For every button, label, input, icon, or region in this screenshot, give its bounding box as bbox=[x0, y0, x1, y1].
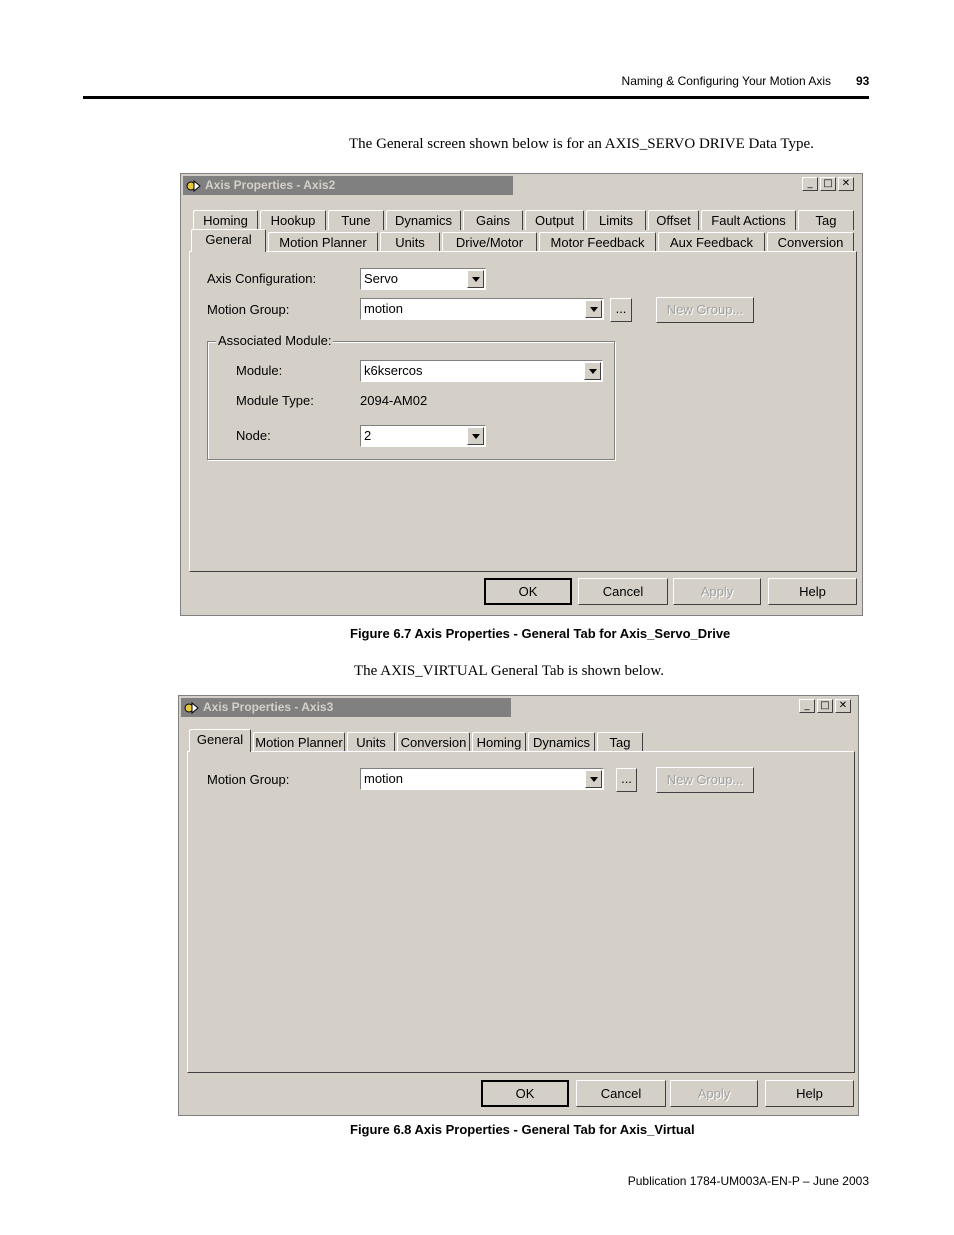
tab-output[interactable]: Output bbox=[525, 210, 584, 230]
module-select[interactable]: k6ksercos bbox=[360, 360, 603, 382]
axis-icon bbox=[186, 179, 201, 193]
cancel-button[interactable]: Cancel bbox=[578, 578, 668, 605]
title-bar: Axis Properties - Axis3 bbox=[181, 698, 511, 717]
maximize-button[interactable]: □ bbox=[817, 699, 833, 713]
help-button[interactable]: Help bbox=[768, 578, 857, 605]
tab-general[interactable]: General bbox=[189, 729, 251, 752]
header-rule bbox=[83, 96, 869, 99]
module-value: k6ksercos bbox=[364, 363, 423, 378]
tab-homing[interactable]: Homing bbox=[193, 210, 258, 230]
tab-homing[interactable]: Homing bbox=[472, 732, 526, 752]
tab-motor-feedback[interactable]: Motor Feedback bbox=[539, 232, 656, 252]
title-bar: Axis Properties - Axis2 bbox=[183, 176, 513, 195]
tab-units[interactable]: Units bbox=[380, 232, 440, 252]
tab-tag[interactable]: Tag bbox=[597, 732, 643, 752]
chevron-down-icon[interactable] bbox=[585, 300, 602, 318]
associated-module-title: Associated Module: bbox=[216, 333, 334, 348]
tab-offset[interactable]: Offset bbox=[648, 210, 699, 230]
axis-configuration-label: Axis Configuration: bbox=[207, 271, 317, 286]
module-type-value: 2094-AM02 bbox=[360, 393, 428, 408]
ok-button[interactable]: OK bbox=[481, 1080, 569, 1107]
publication-footer: Publication 1784-UM003A-EN-P – June 2003 bbox=[627, 1174, 869, 1188]
general-tab-panel: Axis Configuration: Servo Motion Group: … bbox=[189, 251, 857, 572]
tab-general[interactable]: General bbox=[191, 229, 266, 252]
tab-aux-feedback[interactable]: Aux Feedback bbox=[658, 232, 765, 252]
tab-conversion[interactable]: Conversion bbox=[397, 732, 470, 752]
cancel-button[interactable]: Cancel bbox=[576, 1080, 666, 1107]
figure-caption-6-8: Figure 6.8 Axis Properties - General Tab… bbox=[350, 1122, 695, 1137]
axis-icon bbox=[184, 701, 199, 715]
node-label: Node: bbox=[236, 428, 271, 443]
chevron-down-icon[interactable] bbox=[467, 270, 484, 288]
chevron-down-icon[interactable] bbox=[585, 770, 602, 788]
close-button[interactable]: ✕ bbox=[835, 699, 851, 713]
minimize-button[interactable]: _ bbox=[799, 699, 815, 713]
chevron-down-icon[interactable] bbox=[467, 427, 484, 445]
page-number: 93 bbox=[856, 74, 870, 88]
tab-dynamics[interactable]: Dynamics bbox=[528, 732, 595, 752]
browse-motion-group-button[interactable]: ... bbox=[616, 768, 637, 792]
intro-text-1: The General screen shown below is for an… bbox=[349, 136, 814, 152]
motion-group-value: motion bbox=[364, 301, 404, 316]
general-tab-panel: Motion Group: motion ... New Group... bbox=[187, 751, 855, 1073]
tab-motion-planner[interactable]: Motion Planner bbox=[253, 732, 345, 752]
new-group-button[interactable]: New Group... bbox=[656, 767, 754, 793]
new-group-button[interactable]: New Group... bbox=[656, 297, 754, 323]
dialog-title: Axis Properties - Axis2 bbox=[205, 178, 336, 192]
tab-hookup[interactable]: Hookup bbox=[260, 210, 326, 230]
associated-module-group: Associated Module: Module: k6ksercos Mod… bbox=[207, 333, 615, 460]
tab-dynamics[interactable]: Dynamics bbox=[386, 210, 461, 230]
axis-properties-dialog-axis2: Axis Properties - Axis2 _ □ ✕ Homing Hoo… bbox=[180, 173, 863, 616]
window-controls: _ □ ✕ bbox=[802, 177, 854, 191]
tab-tag[interactable]: Tag bbox=[798, 210, 854, 230]
node-value: 2 bbox=[364, 428, 372, 443]
browse-motion-group-button[interactable]: ... bbox=[610, 298, 632, 322]
apply-button[interactable]: Apply bbox=[673, 578, 761, 605]
intro-text-2: The AXIS_VIRTUAL General Tab is shown be… bbox=[354, 663, 664, 679]
close-button[interactable]: ✕ bbox=[838, 177, 854, 191]
axis-configuration-select[interactable]: Servo bbox=[360, 268, 486, 290]
tab-drive-motor[interactable]: Drive/Motor bbox=[442, 232, 537, 252]
running-header: Naming & Configuring Your Motion Axis bbox=[621, 74, 831, 88]
figure-caption-6-7: Figure 6.7 Axis Properties - General Tab… bbox=[350, 626, 731, 641]
module-label: Module: bbox=[236, 363, 283, 378]
motion-group-select[interactable]: motion bbox=[360, 768, 604, 790]
tab-gains[interactable]: Gains bbox=[463, 210, 523, 230]
tab-units[interactable]: Units bbox=[347, 732, 395, 752]
tab-motion-planner[interactable]: Motion Planner bbox=[268, 232, 378, 252]
tab-fault-actions[interactable]: Fault Actions bbox=[701, 210, 796, 230]
maximize-button[interactable]: □ bbox=[820, 177, 836, 191]
motion-group-label: Motion Group: bbox=[207, 772, 290, 787]
apply-button[interactable]: Apply bbox=[670, 1080, 758, 1107]
motion-group-select[interactable]: motion bbox=[360, 298, 604, 320]
ok-button[interactable]: OK bbox=[484, 578, 572, 605]
axis-properties-dialog-axis3: Axis Properties - Axis3 _ □ ✕ General Mo… bbox=[178, 695, 859, 1116]
tab-tune[interactable]: Tune bbox=[328, 210, 384, 230]
motion-group-value: motion bbox=[364, 771, 404, 786]
dialog-title: Axis Properties - Axis3 bbox=[203, 700, 334, 714]
help-button[interactable]: Help bbox=[765, 1080, 854, 1107]
axis-configuration-value: Servo bbox=[364, 271, 398, 286]
minimize-button[interactable]: _ bbox=[802, 177, 818, 191]
tab-limits[interactable]: Limits bbox=[586, 210, 646, 230]
chevron-down-icon[interactable] bbox=[584, 362, 601, 380]
module-type-label: Module Type: bbox=[236, 393, 314, 408]
tab-conversion[interactable]: Conversion bbox=[767, 232, 854, 252]
window-controls: _ □ ✕ bbox=[799, 699, 851, 713]
node-select[interactable]: 2 bbox=[360, 425, 486, 447]
motion-group-label: Motion Group: bbox=[207, 302, 290, 317]
